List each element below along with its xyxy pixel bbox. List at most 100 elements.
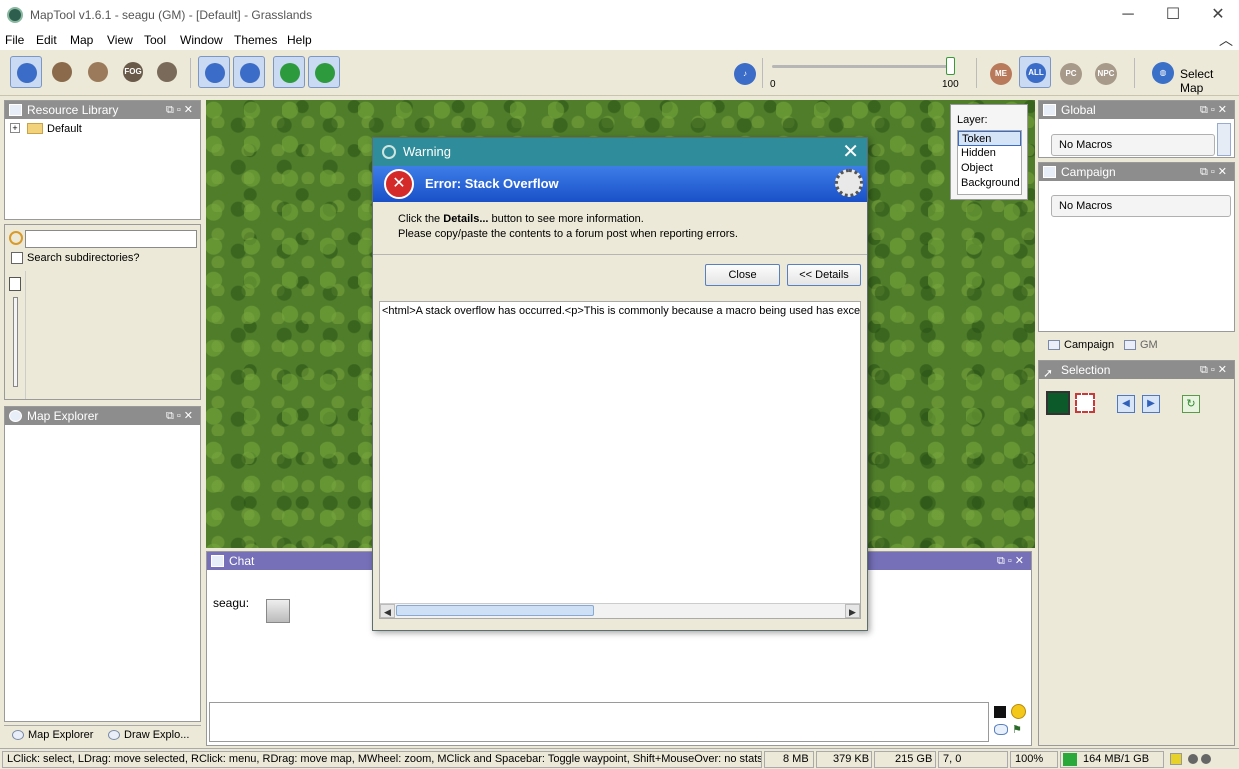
initiative-icon [280, 63, 300, 83]
message-details-bold: Details... [443, 213, 489, 225]
deselect-all-icon[interactable] [1075, 393, 1095, 413]
visibility-npc-button[interactable]: NPC [1095, 63, 1117, 85]
layer-item-background[interactable]: Background [958, 176, 1021, 191]
status-zoom: 100% [1010, 751, 1058, 768]
resource-search-input[interactable] [25, 230, 197, 248]
menu-window[interactable]: Window [180, 33, 223, 47]
dialog-title-bar: Warning ✕ [373, 138, 867, 166]
panel-controls-icon[interactable]: ⧉▫✕ [1200, 101, 1230, 119]
pointer-mode-icon [205, 63, 225, 83]
global-no-macros: No Macros [1051, 134, 1215, 156]
topology-tool-button[interactable] [151, 56, 183, 88]
maximize-button[interactable]: ☐ [1156, 4, 1190, 26]
draw-tool-button[interactable] [46, 56, 78, 88]
menu-tool[interactable]: Tool [144, 33, 166, 47]
ready-button[interactable] [308, 56, 340, 88]
right-tab-row: Campaign GM [1038, 336, 1235, 354]
chat-input[interactable] [209, 702, 989, 742]
layer-item-token[interactable]: Token [958, 131, 1021, 146]
previous-token-icon[interactable]: ◀ [1117, 395, 1135, 413]
pointer-tool-button[interactable] [10, 56, 42, 88]
dice-icon [9, 277, 21, 291]
panel-controls-icon[interactable]: ⧉▫✕ [166, 407, 196, 425]
chat-title: Chat [229, 554, 255, 568]
menu-bar: File Edit Map View Tool Window Themes He… [0, 30, 1239, 50]
volume-slider-track[interactable] [772, 65, 950, 68]
book-icon [9, 104, 22, 116]
details-horizontal-scrollbar[interactable]: ◀ ▶ [380, 603, 860, 618]
volume-icon[interactable]: ♪ [734, 63, 756, 85]
tab-gm[interactable]: GM [1124, 336, 1158, 354]
flag-icon[interactable]: ⚑ [1012, 724, 1024, 736]
menu-view[interactable]: View [107, 33, 133, 47]
resource-search-area: Search subdirectories? [4, 224, 201, 400]
measure-tool-button[interactable] [233, 56, 265, 88]
tab-campaign-label: Campaign [1064, 339, 1115, 351]
checkmark-icon [315, 63, 335, 83]
visibility-pc-button[interactable]: PC [1060, 63, 1082, 85]
scroll-left-icon[interactable]: ◀ [380, 604, 395, 618]
panel-controls-icon[interactable]: ⧉▫✕ [166, 101, 196, 119]
minimize-button[interactable]: ─ [1111, 4, 1145, 26]
close-window-button[interactable]: ✕ [1201, 4, 1235, 26]
tab-map-explorer[interactable]: Map Explorer [12, 726, 93, 744]
visibility-all-button: ALL [1026, 63, 1046, 83]
initiative-button[interactable] [273, 56, 305, 88]
layer-item-object[interactable]: Object [958, 161, 1021, 176]
collapse-menu-icon[interactable]: ︿ [1219, 30, 1233, 50]
fog-tool-button[interactable]: FOG [117, 56, 149, 88]
menu-help[interactable]: Help [287, 33, 312, 47]
campaign-header: Campaign ⧉▫✕ [1039, 163, 1234, 181]
map-explorer-panel: Map Explorer ⧉▫✕ [4, 406, 201, 722]
globe-icon[interactable]: ◍ [1152, 62, 1174, 84]
tab-campaign[interactable]: Campaign [1046, 336, 1117, 354]
refresh-icon[interactable]: ↻ [1182, 395, 1200, 413]
status-indicator-icon [1170, 753, 1182, 765]
tab-draw-explorer[interactable]: Draw Explo... [108, 726, 189, 744]
volume-slider-thumb[interactable] [946, 57, 955, 75]
eye-icon [12, 730, 24, 741]
menu-themes[interactable]: Themes [234, 33, 277, 47]
panel-controls-icon[interactable]: ⧉▫✕ [997, 552, 1027, 570]
campaign-panel: Campaign ⧉▫✕ No Macros [1038, 162, 1235, 332]
expand-tree-icon[interactable]: + [10, 123, 20, 133]
thumbnail-size-slider[interactable] [13, 297, 18, 387]
layer-item-hidden[interactable]: Hidden [958, 146, 1021, 161]
dialog-divider [373, 254, 867, 255]
details-text-area[interactable]: <html>A stack overflow has occurred.<p>T… [379, 301, 861, 619]
global-title: Global [1061, 103, 1096, 117]
tab-draw-explorer-label: Draw Explo... [124, 729, 190, 741]
visibility-all-button-frame[interactable]: ALL [1019, 56, 1051, 88]
dialog-close-icon[interactable]: ✕ [842, 138, 859, 166]
status-bar: LClick: select, LDrag: move selected, RC… [0, 748, 1239, 769]
select-map-button[interactable]: Select Map [1180, 67, 1239, 95]
panel-controls-icon[interactable]: ⧉▫✕ [1200, 163, 1230, 181]
tree-item-default[interactable]: Default [47, 123, 82, 135]
campaign-no-macros: No Macros [1051, 195, 1231, 217]
layer-selector: Layer: Token Hidden Object Background [950, 104, 1028, 200]
scroll-right-icon[interactable]: ▶ [845, 604, 860, 618]
visibility-me-button[interactable]: ME [990, 63, 1012, 85]
menu-map[interactable]: Map [70, 33, 93, 47]
close-button[interactable]: Close [705, 264, 780, 286]
template-tool-button[interactable] [82, 56, 114, 88]
select-all-icon[interactable] [1046, 391, 1070, 415]
ruler-icon [240, 63, 260, 83]
pointer-mode-button[interactable] [198, 56, 230, 88]
resource-library-header: Resource Library ⧉▫✕ [5, 101, 200, 119]
details-button[interactable]: << Details [787, 264, 861, 286]
global-scrollbar[interactable] [1217, 123, 1231, 156]
scrollbar-thumb[interactable] [396, 605, 594, 616]
menu-file[interactable]: File [5, 33, 24, 47]
status-dot-icon [1188, 754, 1198, 764]
speech-bubble-icon[interactable] [994, 724, 1008, 735]
selection-panel: ➚ Selection ⧉▫✕ ◀ ▶ ↻ [1038, 360, 1235, 746]
search-subdirs-checkbox[interactable] [11, 252, 23, 264]
gear-icon [835, 169, 863, 197]
text-color-icon[interactable] [994, 706, 1006, 718]
smiley-icon[interactable] [1011, 704, 1026, 719]
map-explorer-title: Map Explorer [27, 409, 99, 423]
panel-controls-icon[interactable]: ⧉▫✕ [1200, 361, 1230, 379]
menu-edit[interactable]: Edit [36, 33, 57, 47]
next-token-icon[interactable]: ▶ [1142, 395, 1160, 413]
